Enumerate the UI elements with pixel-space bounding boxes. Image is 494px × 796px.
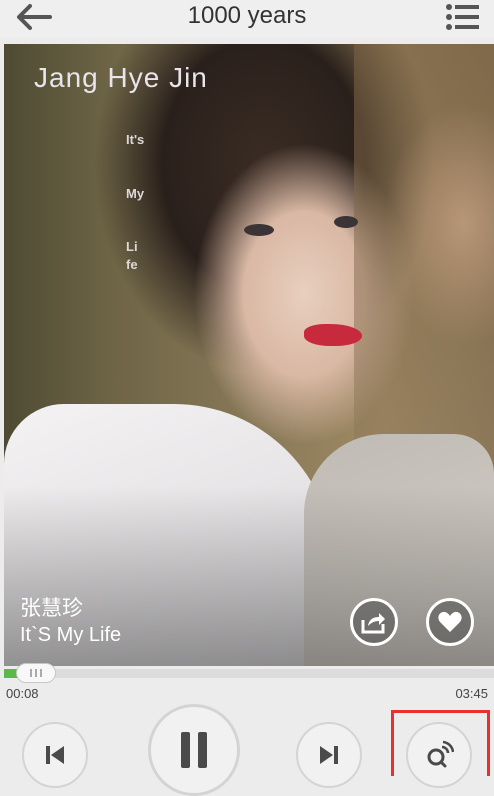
track-artist: 张慧珍	[20, 597, 83, 620]
song-header-title: 1000 years	[187, 2, 307, 29]
previous-button[interactable]	[22, 722, 88, 788]
album-art-eye	[334, 216, 358, 228]
album-art: Jang Hye Jin It's My Life 张慧珍 It`S My Li…	[4, 44, 494, 666]
album-cover-word: My	[126, 186, 145, 201]
skip-previous-icon	[46, 746, 64, 764]
elapsed-time: 00:08	[6, 686, 39, 701]
album-cover-word: It's	[126, 132, 145, 147]
play-mode-button[interactable]	[406, 722, 472, 788]
next-button[interactable]	[296, 722, 362, 788]
skip-next-icon	[320, 746, 338, 764]
heart-icon	[438, 611, 462, 632]
album-art-lips	[304, 324, 362, 346]
album-artist-logo: Jang Hye Jin	[34, 62, 208, 93]
loop-mode-icon	[427, 740, 454, 768]
share-icon	[361, 613, 385, 634]
progress-bar[interactable]	[4, 669, 494, 678]
progress-handle[interactable]	[16, 663, 56, 683]
track-title: It`S My Life	[20, 624, 122, 646]
album-cover-word: Life	[126, 239, 138, 272]
pause-icon	[181, 732, 207, 768]
album-art-eye	[244, 224, 274, 236]
menu-list-icon	[446, 4, 479, 30]
share-button[interactable]	[350, 598, 398, 646]
favorite-button[interactable]	[426, 598, 474, 646]
header: 1000 years	[0, 0, 494, 38]
menu-button[interactable]	[442, 0, 484, 34]
total-time: 03:45	[455, 686, 488, 701]
play-pause-button[interactable]	[148, 704, 240, 796]
